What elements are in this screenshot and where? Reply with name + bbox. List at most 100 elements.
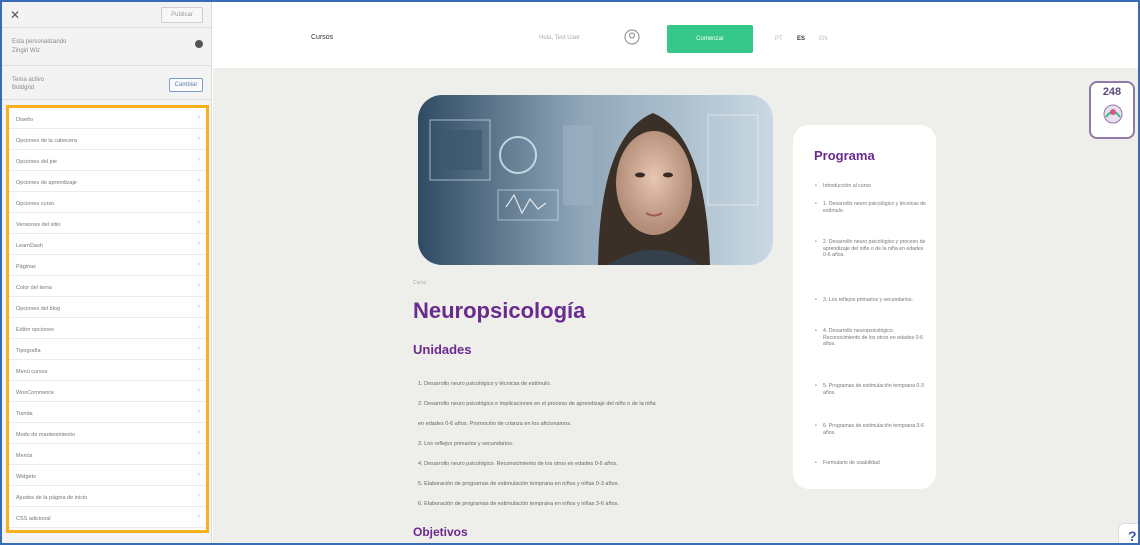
active-theme: Tema activo Boldgrid Cambiar [2, 66, 211, 100]
chevron-right-icon: › [197, 492, 200, 499]
program-item[interactable]: • Formulario de usabilidad [815, 460, 927, 467]
sidebar-panel-item[interactable]: Modo de mantenimiento › [9, 423, 206, 444]
sidebar-panel-item[interactable]: WooCommerce › [9, 381, 206, 402]
help-question-icon: ? [1128, 528, 1137, 543]
sidebar-panel-label: Menús [16, 453, 33, 459]
units-heading: Unidades [413, 342, 472, 357]
sidebar-panel-label: Opciones de aprendizaje [16, 180, 77, 186]
help-widget[interactable]: ? [1118, 523, 1138, 543]
trophy-ribbon-icon [1103, 104, 1123, 124]
bullet-icon: • [815, 383, 817, 389]
sidebar-panel-item[interactable]: Diseño › [9, 108, 206, 129]
program-card: Programa • Introducción al curso • 1. Desar… [793, 125, 936, 489]
course-title: Neuropsicología [413, 298, 586, 323]
user-greeting[interactable]: Hola, Test User [539, 35, 580, 41]
points-badge[interactable]: 248 [1089, 81, 1135, 139]
chevron-right-icon: › [197, 387, 200, 394]
chevron-right-icon: › [197, 513, 200, 520]
program-item-label: 5. Programas de estimulación temprana 0-… [823, 383, 924, 396]
objectives-heading: Objetivos [413, 525, 468, 539]
badge-count: 248 [1102, 86, 1122, 98]
sidebar-panel-label: LearnDash [16, 243, 43, 249]
program-item-label: 1. Desarrollo neuro psicológico y técnic… [823, 201, 926, 214]
program-item-label: Introducción al curso [823, 183, 871, 189]
chevron-right-icon: › [197, 450, 200, 457]
sidebar-panel-label: Modo de mantenimiento [16, 432, 76, 438]
program-item-label: 2. Desarrollo neuro psicológico y proces… [823, 239, 926, 258]
bullet-icon: • [815, 460, 817, 466]
bullet-icon: • [815, 201, 817, 207]
sidebar-panel-label: WooCommerce [16, 390, 55, 396]
program-item-label: 3. Los reflejos primarios y secundarios. [823, 297, 913, 303]
program-item[interactable]: • 1. Desarrollo neuro psicológico y técni… [815, 201, 927, 214]
chevron-right-icon: › [197, 135, 200, 142]
program-item-label: 4. Desarrollo neuropsicológico. Reconoci… [823, 328, 924, 347]
sidebar-panel-label: Widgets [16, 474, 36, 480]
publish-button[interactable]: Publicar [161, 7, 203, 23]
sidebar-panel-label: Opciones del pie [16, 159, 57, 165]
sidebar-panel-item[interactable]: Opciones de aprendizaje › [9, 171, 206, 192]
sidebar-panel-label: Ajustes de la página de inicio [16, 495, 88, 501]
chevron-right-icon: › [197, 324, 200, 331]
sidebar-panel-item[interactable]: Menú cursos › [9, 360, 206, 381]
sidebar-panel-item[interactable]: Páginas › [9, 255, 206, 276]
sidebar-panel-label: Opciones de la cabecera [16, 138, 77, 144]
chevron-right-icon: › [197, 303, 200, 310]
sidebar-panel-item[interactable]: Versiones del sitio › [9, 213, 206, 234]
bullet-icon: • [815, 328, 817, 334]
comenzar-button[interactable]: Comenzar [667, 25, 753, 53]
program-item[interactable]: • Introducción al curso [815, 183, 927, 190]
sidebar-panel-item[interactable]: LearnDash › [9, 234, 206, 255]
unit-item: 2. Desarrollo neuro psicológico e implic… [418, 401, 656, 407]
help-icon[interactable] [195, 40, 203, 48]
nav-cursos-link[interactable]: Cursos [311, 34, 333, 41]
sidebar-panel-item[interactable]: Color del tema › [9, 276, 206, 297]
sidebar-panel-item[interactable]: Tipografía › [9, 339, 206, 360]
info-line-2: Zingiri Wiz [12, 48, 40, 54]
program-item[interactable]: • 4. Desarrollo neuropsicológico. Reconoc… [815, 328, 927, 348]
sidebar-panel-item[interactable]: Opciones del pie › [9, 150, 206, 171]
unit-item: 1. Desarrollo neuro psicológico y técnic… [418, 381, 551, 387]
lang-es[interactable]: ES [797, 36, 805, 42]
close-icon[interactable]: ✕ [10, 8, 20, 22]
user-avatar-icon[interactable] [624, 29, 640, 45]
course-category[interactable]: Curso [413, 280, 426, 286]
chevron-right-icon: › [197, 156, 200, 163]
sidebar-panel-item[interactable]: Opciones de la cabecera › [9, 129, 206, 150]
unit-item: 6. Elaboración de programas de estimulac… [418, 501, 619, 507]
sidebar-panel-label: Opciones curso [16, 201, 55, 207]
sidebar-panel-item[interactable]: Editor opciones › [9, 318, 206, 339]
sidebar-panel-item[interactable]: Menús › [9, 444, 206, 465]
program-item[interactable]: • 3. Los reflejos primarios y secundarios… [815, 297, 927, 304]
course-hero-image [418, 95, 773, 265]
sidebar-panel-label: Versiones del sitio [16, 222, 61, 228]
program-item[interactable]: • 2. Desarrollo neuro psicológico y proce… [815, 239, 927, 259]
sidebar-panel-item[interactable]: Opciones del blog › [9, 297, 206, 318]
lang-en[interactable]: EN [819, 36, 827, 42]
chevron-right-icon: › [197, 114, 200, 121]
sidebar-panel-label: Tienda [16, 411, 33, 417]
program-item[interactable]: • 5. Programas de estimulación temprana 0… [815, 383, 927, 396]
sidebar-panel-item[interactable]: Ajustes de la página de inicio › [9, 486, 206, 507]
site-header: Cursos Hola, Test User Comenzar PT ES EN [213, 2, 1138, 68]
chevron-right-icon: › [197, 240, 200, 247]
chevron-right-icon: › [197, 471, 200, 478]
chevron-right-icon: › [197, 345, 200, 352]
program-item-label: 6. Programas de estimulación temprana 3-… [823, 423, 924, 436]
sidebar-panel-item[interactable]: Opciones curso › [9, 192, 206, 213]
unit-item: en edades 0-6 años. Promoción de crianza… [418, 421, 572, 427]
site-preview: Cursos Hola, Test User Comenzar PT ES EN [213, 2, 1138, 543]
sidebar-panel-item[interactable]: CSS adicional › [9, 507, 206, 528]
unit-item: 4. Desarrollo neuro psicológico. Reconoc… [418, 461, 618, 467]
sidebar-panel-item[interactable]: Widgets › [9, 465, 206, 486]
bullet-icon: • [815, 183, 817, 189]
program-item[interactable]: • 6. Programas de estimulación temprana 3… [815, 423, 927, 436]
sidebar-panel-label: Menú cursos [16, 369, 48, 375]
program-title: Programa [814, 148, 875, 163]
chevron-right-icon: › [197, 261, 200, 268]
units-list: 1. Desarrollo neuro psicológico y técnic… [418, 374, 798, 514]
change-theme-button[interactable]: Cambiar [169, 78, 203, 92]
lang-pt[interactable]: PT [775, 36, 783, 42]
sidebar-panel-item[interactable]: Tienda › [9, 402, 206, 423]
program-item-label: Formulario de usabilidad [823, 460, 880, 466]
